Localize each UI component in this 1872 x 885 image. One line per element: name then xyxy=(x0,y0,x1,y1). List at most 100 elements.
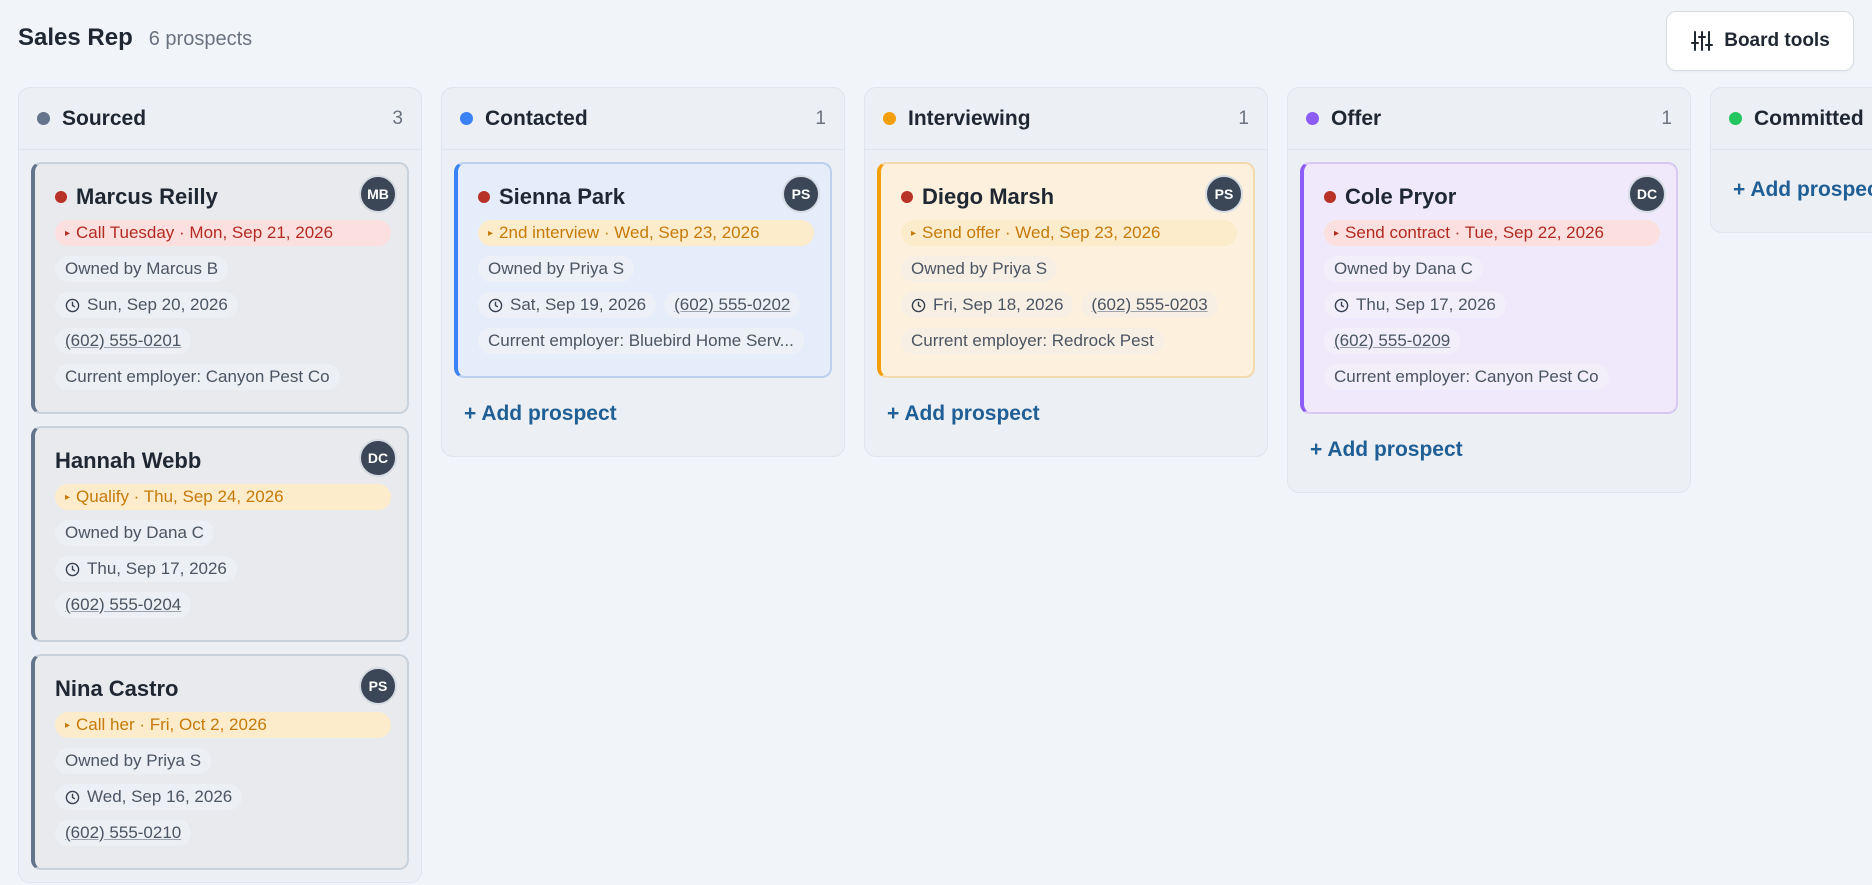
date-text: Wed, Sep 16, 2026 xyxy=(87,787,233,806)
phone-link[interactable]: (602) 555-0203 xyxy=(1081,292,1218,318)
kanban-board: Sourced 3 Marcus Reilly MB ▸ Call Tuesday… xyxy=(18,87,1872,885)
owner-pill: Owned by Dana C xyxy=(1324,256,1483,282)
prospect-name: Diego Marsh xyxy=(922,184,1055,209)
column-title: Offer xyxy=(1331,106,1382,130)
next-task: ▸ Qualify · Thu, Sep 24, 2026 xyxy=(55,484,391,510)
prospect-card[interactable]: Diego Marsh PS ▸ Send offer · Wed, Sep 23… xyxy=(877,162,1255,378)
clock-icon xyxy=(65,562,80,576)
prospect-card[interactable]: Nina Castro PS ▸ Call her · Fri, Oct 2, 2… xyxy=(31,654,409,870)
next-task: ▸ Send contract · Tue, Sep 22, 2026 xyxy=(1324,220,1660,246)
column-header: Committed xyxy=(1711,88,1872,150)
employer-pill: Current employer: Canyon Pest Co xyxy=(1324,364,1609,390)
employer-pill: Current employer: Canyon Pest Co xyxy=(55,364,340,390)
avatar: DC xyxy=(359,439,397,477)
avatar: DC xyxy=(1628,175,1666,213)
priority-dot xyxy=(1324,191,1336,203)
add-prospect-button[interactable]: + Add prospect xyxy=(1288,426,1690,492)
column-title: Committed xyxy=(1754,106,1864,130)
column-title: Interviewing xyxy=(908,106,1031,130)
date-pill: Fri, Sep 18, 2026 xyxy=(901,292,1074,318)
task-text: Call Tuesday · Mon, Sep 21, 2026 xyxy=(76,223,334,242)
priority-dot xyxy=(478,191,490,203)
sliders-icon xyxy=(1691,31,1714,51)
column-status-dot xyxy=(883,112,896,125)
column-title: Sourced xyxy=(62,106,147,130)
task-text: Call her · Fri, Oct 2, 2026 xyxy=(76,715,267,734)
column-count: 1 xyxy=(815,107,826,129)
column-committed: Committed + Add prospect xyxy=(1710,87,1872,233)
owner-pill: Owned by Priya S xyxy=(901,256,1058,282)
column-offer: Offer 1 Cole Pryor DC ▸ Send contract · T… xyxy=(1287,87,1691,493)
column-count: 1 xyxy=(1238,107,1249,129)
next-task: ▸ Call her · Fri, Oct 2, 2026 xyxy=(55,712,391,738)
date-pill: Wed, Sep 16, 2026 xyxy=(55,784,243,810)
date-text: Sun, Sep 20, 2026 xyxy=(87,295,228,314)
column-status-dot xyxy=(460,112,473,125)
next-task: ▸ Call Tuesday · Mon, Sep 21, 2026 xyxy=(55,220,391,246)
employer-pill: Current employer: Bluebird Home Serv... xyxy=(478,328,804,354)
column-header: Contacted 1 xyxy=(442,88,844,150)
priority-dot xyxy=(55,191,67,203)
column-header: Sourced 3 xyxy=(19,88,421,150)
clock-icon xyxy=(1334,298,1349,312)
phone-link[interactable]: (602) 555-0204 xyxy=(55,592,192,618)
task-text: 2nd interview · Wed, Sep 23, 2026 xyxy=(499,223,760,242)
prospect-name: Cole Pryor xyxy=(1345,184,1457,209)
prospect-card[interactable]: Hannah Webb DC ▸ Qualify · Thu, Sep 24, 2… xyxy=(31,426,409,642)
column-status-dot xyxy=(37,112,50,125)
column-header: Offer 1 xyxy=(1288,88,1690,150)
board-title: Sales Rep xyxy=(18,24,133,51)
add-prospect-button[interactable]: + Add prospect xyxy=(865,390,1267,456)
phone-link[interactable]: (602) 555-0202 xyxy=(664,292,801,318)
date-pill: Thu, Sep 17, 2026 xyxy=(55,556,237,582)
column-status-dot xyxy=(1729,112,1742,125)
add-prospect-button[interactable]: + Add prospect xyxy=(442,390,844,456)
date-text: Thu, Sep 17, 2026 xyxy=(1356,295,1496,314)
board-tools-button[interactable]: Board tools xyxy=(1666,11,1854,71)
phone-link[interactable]: (602) 555-0210 xyxy=(55,820,192,846)
prospect-count: 6 prospects xyxy=(148,28,253,50)
phone-link[interactable]: (602) 555-0209 xyxy=(1324,328,1461,354)
task-text: Send contract · Tue, Sep 22, 2026 xyxy=(1345,223,1604,242)
next-task: ▸ Send offer · Wed, Sep 23, 2026 xyxy=(901,220,1237,246)
prospect-name: Sienna Park xyxy=(499,184,625,209)
next-task: ▸ 2nd interview · Wed, Sep 23, 2026 xyxy=(478,220,814,246)
clock-icon xyxy=(65,790,80,804)
board-header: Sales Rep 6 prospects xyxy=(18,24,252,52)
prospect-name: Nina Castro xyxy=(55,676,179,701)
triangle-right-icon: ▸ xyxy=(65,227,71,239)
date-pill: Sat, Sep 19, 2026 xyxy=(478,292,657,318)
column-status-dot xyxy=(1306,112,1319,125)
avatar: PS xyxy=(1205,175,1243,213)
clock-icon xyxy=(488,298,503,312)
add-prospect-button[interactable]: + Add prospect xyxy=(1711,150,1872,232)
triangle-right-icon: ▸ xyxy=(488,227,494,239)
employer-pill: Current employer: Redrock Pest xyxy=(901,328,1164,354)
task-text: Qualify · Thu, Sep 24, 2026 xyxy=(76,487,284,506)
date-text: Thu, Sep 17, 2026 xyxy=(87,559,227,578)
prospect-name: Marcus Reilly xyxy=(76,184,218,209)
clock-icon xyxy=(65,298,80,312)
prospect-card[interactable]: Sienna Park PS ▸ 2nd interview · Wed, Sep… xyxy=(454,162,832,378)
owner-pill: Owned by Marcus B xyxy=(55,256,229,282)
column-count: 1 xyxy=(1661,107,1672,129)
column-header: Interviewing 1 xyxy=(865,88,1267,150)
clock-icon xyxy=(911,298,926,312)
column-interviewing: Interviewing 1 Diego Marsh PS ▸ Send offe… xyxy=(864,87,1268,457)
column-title: Contacted xyxy=(485,106,588,130)
prospect-card[interactable]: Marcus Reilly MB ▸ Call Tuesday · Mon, Se… xyxy=(31,162,409,414)
date-pill: Sun, Sep 20, 2026 xyxy=(55,292,238,318)
owner-pill: Owned by Dana C xyxy=(55,520,214,546)
column-sourced: Sourced 3 Marcus Reilly MB ▸ Call Tuesday… xyxy=(18,87,422,883)
prospect-card[interactable]: Cole Pryor DC ▸ Send contract · Tue, Sep … xyxy=(1300,162,1678,414)
date-text: Sat, Sep 19, 2026 xyxy=(510,295,647,314)
avatar: MB xyxy=(359,175,397,213)
date-text: Fri, Sep 18, 2026 xyxy=(933,295,1064,314)
triangle-right-icon: ▸ xyxy=(65,719,71,731)
phone-link[interactable]: (602) 555-0201 xyxy=(55,328,192,354)
triangle-right-icon: ▸ xyxy=(1334,227,1340,239)
column-count: 3 xyxy=(392,107,403,129)
triangle-right-icon: ▸ xyxy=(65,491,71,503)
avatar: PS xyxy=(782,175,820,213)
column-contacted: Contacted 1 Sienna Park PS ▸ 2nd intervie… xyxy=(441,87,845,457)
